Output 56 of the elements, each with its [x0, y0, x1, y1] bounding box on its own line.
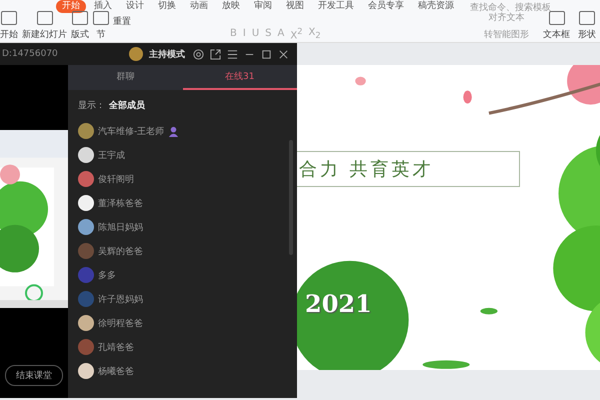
member-name[interactable]: 王宇成: [98, 148, 125, 162]
member-name[interactable]: 杨曦爸爸: [98, 364, 134, 378]
filter-value[interactable]: 全部成员: [109, 99, 145, 112]
avatar-icon: [78, 147, 94, 163]
mode-label: 主持模式: [149, 48, 185, 60]
reset-button[interactable]: 重置: [113, 15, 131, 28]
toolbar-button[interactable]: 开始: [0, 11, 18, 41]
toolbar-button[interactable]: 版式: [71, 11, 89, 41]
member-name[interactable]: 孔靖爸爸: [98, 340, 134, 354]
close-icon[interactable]: [278, 48, 289, 60]
slide-year: 2021: [305, 289, 372, 318]
ribbon-tab[interactable]: 审阅: [248, 0, 278, 13]
avatar-icon: [78, 171, 94, 187]
toolbar-button[interactable]: 节: [93, 11, 109, 41]
end-class-button[interactable]: 结束课堂: [5, 365, 63, 386]
member-name[interactable]: 多多: [98, 268, 116, 282]
avatar-icon: [78, 123, 94, 139]
member-name[interactable]: 徐明程爸爸: [98, 316, 143, 330]
settings-icon[interactable]: [193, 48, 204, 60]
toolbar-button[interactable]: 文本框: [543, 11, 570, 41]
toolbar-button[interactable]: 形状: [578, 11, 596, 41]
ribbon-tab[interactable]: 设计: [120, 0, 150, 13]
popout-icon[interactable]: [210, 48, 221, 60]
ribbon-tab[interactable]: 开始: [56, 0, 86, 13]
ribbon-tab[interactable]: 稿壳资源: [412, 0, 460, 13]
avatar-icon: [78, 243, 94, 259]
member-name[interactable]: 俊轩阁明: [98, 172, 134, 186]
member-name[interactable]: 许子恩妈妈: [98, 292, 143, 306]
ribbon-tab[interactable]: 会员专享: [362, 0, 410, 13]
ribbon-tab[interactable]: 开发工具: [312, 0, 360, 13]
ribbon-tab[interactable]: 视图: [280, 0, 310, 13]
member-name[interactable]: 董泽栋爸爸: [98, 196, 143, 210]
room-id: D:14756070: [2, 49, 58, 59]
avatar-icon: [78, 363, 94, 379]
slide-title: 合力 共育英才: [299, 158, 434, 181]
avatar-icon: [78, 291, 94, 307]
ribbon-tab[interactable]: 插入: [88, 0, 118, 13]
avatar-icon: [78, 195, 94, 211]
menu-icon[interactable]: [227, 48, 238, 60]
avatar-icon: [78, 315, 94, 331]
maximize-icon[interactable]: [261, 48, 272, 60]
avatar-icon: [129, 47, 143, 61]
toolbar-button[interactable]: 新建幻灯片: [22, 11, 67, 41]
search-field[interactable]: 查找命令、搜索模板: [470, 0, 580, 12]
filter-label: 显示：: [78, 100, 105, 112]
avatar-icon: [78, 219, 94, 235]
avatar-icon: [78, 267, 94, 283]
ribbon-tab[interactable]: 放映: [216, 0, 246, 13]
ribbon-tab[interactable]: 动画: [184, 0, 214, 13]
member-name[interactable]: 汽车维修-王老师: [98, 124, 164, 138]
panel-tab[interactable]: 群聊: [68, 65, 182, 90]
member-name[interactable]: 陈旭日妈妈: [98, 220, 143, 234]
ribbon-tab[interactable]: 切换: [152, 0, 182, 13]
panel-tab[interactable]: 在线31: [182, 65, 297, 90]
avatar-icon: [78, 339, 94, 355]
member-name[interactable]: 吴辉的爸爸: [98, 244, 143, 258]
